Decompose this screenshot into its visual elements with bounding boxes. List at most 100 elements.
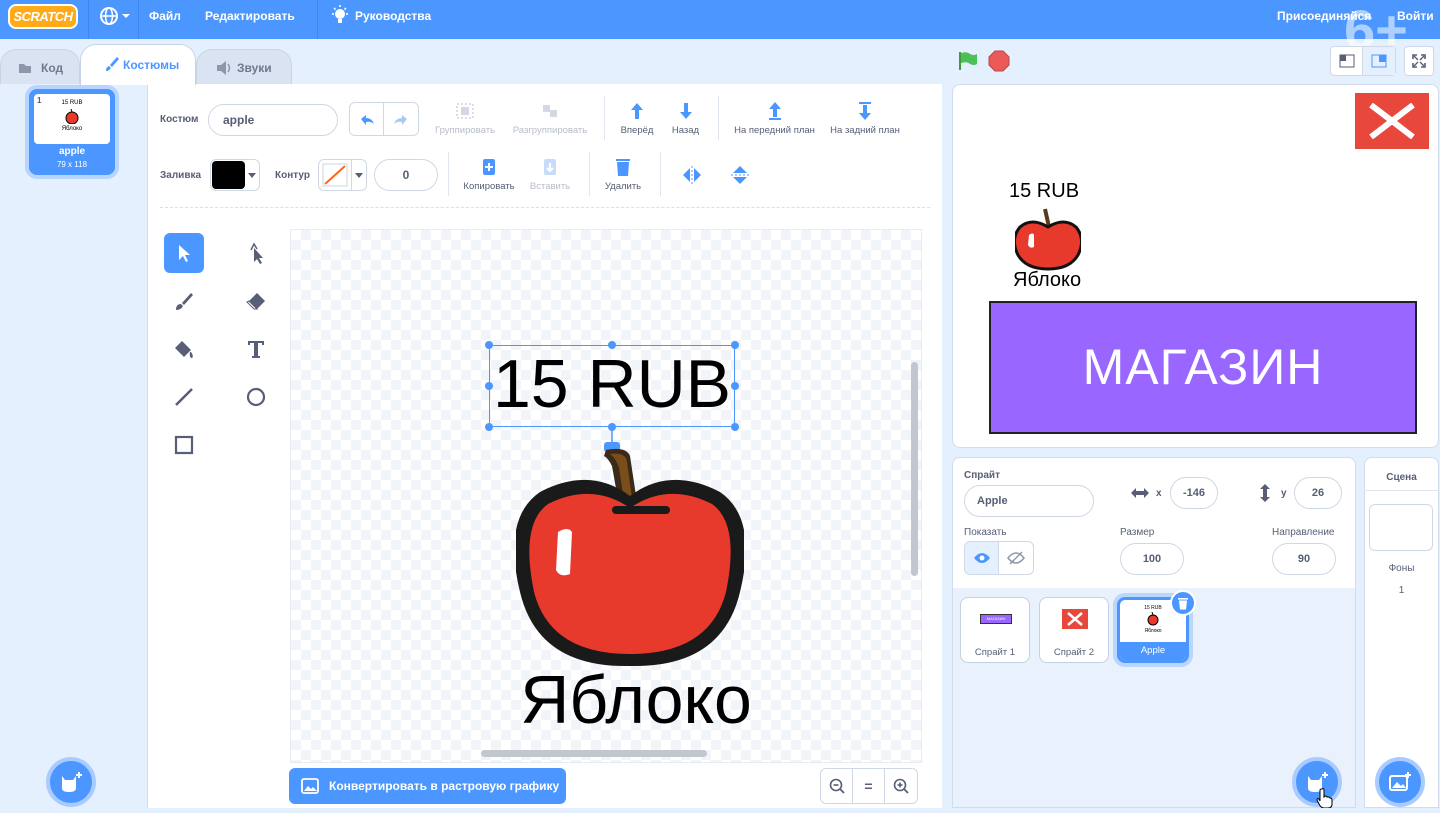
text-t-icon (248, 341, 264, 358)
zoom-in-icon (893, 778, 909, 794)
tab-costumes[interactable]: Костюмы (80, 44, 196, 85)
paint-canvas[interactable]: 15 RUB Яблоко (290, 229, 922, 763)
direction-input[interactable]: 90 (1272, 543, 1336, 575)
text-tool[interactable] (236, 329, 276, 369)
close-sprite-image[interactable] (1355, 93, 1429, 149)
zoom-controls: = (820, 768, 918, 804)
arrow-up-icon (631, 103, 643, 119)
costume-thumbnail: 1 15 RUB Яблоко (34, 94, 110, 144)
stage[interactable]: 15 RUB Яблоко МАГАЗИН (952, 84, 1439, 448)
menu-divider (138, 0, 139, 39)
backward-label: Назад (671, 125, 700, 136)
fill-tool[interactable] (164, 329, 204, 369)
fullscreen-button[interactable] (1404, 46, 1434, 76)
zoom-out-button[interactable] (821, 769, 854, 803)
choose-backdrop-button[interactable] (1375, 757, 1425, 807)
scratch-logo[interactable]: SCRATCH (8, 4, 78, 29)
apple-graphic[interactable] (516, 440, 744, 670)
tutorials-menu[interactable]: Руководства (355, 0, 431, 39)
zoom-reset-button[interactable]: = (853, 769, 885, 803)
stop-icon[interactable] (988, 50, 1010, 77)
size-input[interactable]: 100 (1120, 543, 1184, 575)
paste-button[interactable]: Вставить (524, 157, 576, 192)
fill-color-picker[interactable] (210, 159, 260, 191)
ungroup-button[interactable]: Разгруппировать (505, 101, 595, 136)
size-label: Размер (1120, 527, 1155, 538)
undo-button[interactable] (350, 103, 385, 135)
group-button[interactable]: Группировать (430, 101, 500, 136)
back-button[interactable]: На задний план (824, 101, 906, 136)
convert-label: Конвертировать в растровую графику (329, 779, 560, 793)
show-button[interactable] (965, 542, 1000, 574)
reshape-icon (250, 242, 263, 264)
copy-button[interactable]: Копировать (458, 157, 520, 192)
zoom-out-icon (829, 778, 845, 794)
undo-redo-group (349, 102, 419, 136)
toolbar-divider (660, 152, 661, 196)
group-label: Группировать (434, 125, 495, 136)
costume-name-input[interactable]: apple (208, 104, 338, 136)
zoom-in-button[interactable] (885, 769, 917, 803)
eraser-tool[interactable] (236, 281, 276, 321)
outline-width-input[interactable]: 0 (374, 159, 438, 191)
circle-tool[interactable] (236, 377, 276, 417)
large-stage-button[interactable] (1363, 47, 1395, 75)
choose-costume-button[interactable] (46, 757, 96, 807)
eye-hidden-icon (1007, 551, 1025, 565)
forward-button[interactable]: Вперёд (613, 101, 661, 136)
edit-menu[interactable]: Редактировать (205, 0, 295, 39)
rectangle-icon (174, 435, 194, 455)
small-stage-button[interactable] (1331, 47, 1364, 75)
delete-button[interactable]: Удалить (598, 157, 648, 192)
backdrops-label: Фоны (1388, 563, 1415, 574)
rectangle-tool[interactable] (164, 425, 204, 465)
redo-icon (394, 115, 407, 125)
word-text[interactable]: Яблоко (471, 660, 801, 740)
y-input[interactable]: 26 (1294, 477, 1342, 509)
sprite-item[interactable]: МАГАЗИН Спрайт 1 (960, 597, 1030, 663)
sprite-item[interactable]: Спрайт 2 (1039, 597, 1109, 663)
convert-bitmap-button[interactable]: Конвертировать в растровую графику (289, 768, 566, 804)
flip-horizontal-icon[interactable] (681, 164, 703, 191)
vertical-arrows-icon (1258, 483, 1272, 508)
show-label: Показать (964, 527, 1007, 538)
outline-label: Контур (275, 170, 310, 181)
hide-button[interactable] (999, 542, 1033, 574)
backward-button[interactable]: Назад (663, 101, 708, 136)
x-input[interactable]: -146 (1170, 477, 1218, 509)
line-icon (175, 388, 193, 406)
shop-button-sprite[interactable]: МАГАЗИН (989, 301, 1417, 434)
select-tool[interactable] (164, 233, 204, 273)
tab-sounds[interactable]: Звуки (196, 49, 292, 85)
flip-vertical-icon[interactable] (729, 164, 751, 191)
stage-size-toggle (1330, 46, 1396, 76)
group-icon (456, 103, 474, 119)
reshape-tool[interactable] (236, 233, 276, 273)
outline-color-picker[interactable] (318, 159, 367, 191)
line-tool[interactable] (164, 377, 204, 417)
menu-bar: SCRATCH Файл Редактировать Руководства П… (0, 0, 1440, 39)
green-flag-icon[interactable] (956, 50, 978, 77)
stage-divider (1364, 490, 1439, 491)
language-globe-icon[interactable] (98, 6, 134, 29)
toolbar-divider (604, 96, 605, 140)
y-label: y (1281, 488, 1287, 499)
sprite-name: Apple (1120, 642, 1186, 660)
file-menu[interactable]: Файл (149, 0, 181, 39)
backdrops-count: 1 (1398, 585, 1405, 596)
price-text[interactable]: 15 RUB (489, 341, 735, 427)
delete-sprite-button[interactable] (1170, 590, 1196, 616)
circle-icon (246, 387, 266, 407)
horizontal-scrollbar[interactable] (481, 750, 707, 757)
backdrop-thumbnail[interactable] (1369, 504, 1433, 551)
sprite-name-input[interactable]: Apple (964, 485, 1094, 517)
backdrop-plus-icon (1389, 772, 1411, 791)
vertical-scrollbar[interactable] (911, 362, 918, 576)
redo-button[interactable] (384, 103, 418, 135)
tab-code[interactable]: Код (0, 49, 80, 85)
trash-icon (616, 159, 630, 176)
front-button[interactable]: На передний план (728, 101, 821, 136)
sprite-thumbnail: МАГАЗИН (980, 614, 1012, 624)
direction-label: Направление (1272, 527, 1335, 538)
brush-tool[interactable] (164, 281, 204, 321)
